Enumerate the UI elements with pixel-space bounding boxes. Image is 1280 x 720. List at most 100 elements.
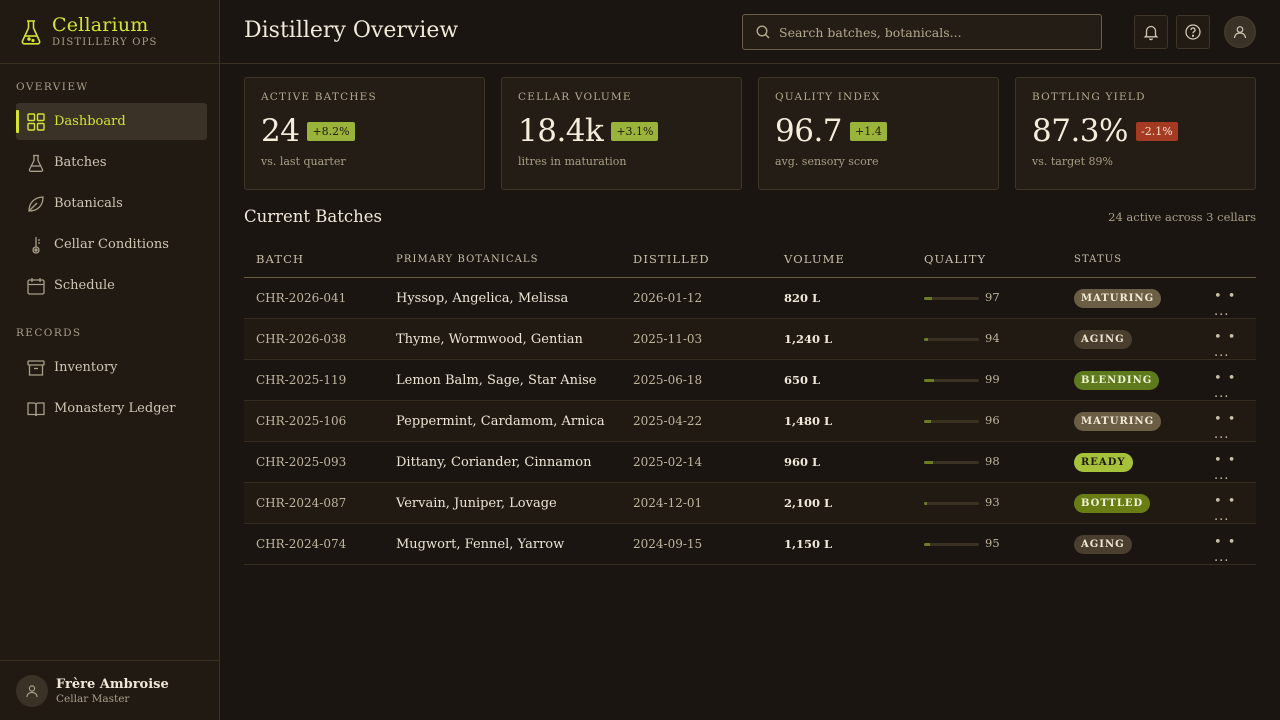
stat-card-active-batches: ACTIVE BATCHES 24 +8.2% vs. last quarter [244, 77, 485, 190]
sidebar-item-botanicals[interactable]: Botanicals [16, 185, 207, 222]
quality-bar [924, 543, 979, 546]
nav-section-records: RECORDS [16, 327, 82, 339]
section-meta: 24 active across 3 cellars [1108, 210, 1256, 224]
column-header-volume[interactable]: VOLUME [784, 252, 845, 266]
batch-id[interactable]: CHR-2026-041 [256, 291, 346, 305]
page-title: Distillery Overview [244, 18, 459, 43]
table-row[interactable]: CHR-2025-093 Dittany, Coriander, Cinnamon… [244, 442, 1256, 483]
stat-label: QUALITY INDEX [775, 91, 881, 103]
flask-logo-icon [21, 19, 41, 45]
batch-volume: 1,480 L [784, 414, 833, 428]
batch-distilled-date: 2026-01-12 [633, 291, 703, 305]
quality-bar-fill [924, 543, 930, 546]
section-title: Current Batches [244, 207, 382, 226]
batch-quality: 96 [985, 413, 1000, 427]
column-header-botanicals[interactable]: PRIMARY BOTANICALS [396, 254, 539, 265]
sidebar-item-label: Batches [54, 155, 107, 170]
stat-delta: -2.1% [1135, 121, 1178, 141]
batch-id[interactable]: CHR-2026-038 [256, 332, 346, 346]
stat-card-bottling-yield: BOTTLING YIELD 87.3% -2.1% vs. target 89… [1015, 77, 1256, 190]
batch-volume: 1,240 L [784, 332, 833, 346]
quality-bar [924, 297, 979, 300]
batch-volume: 820 L [784, 291, 821, 305]
search-input[interactable] [779, 24, 1089, 40]
bell-icon [1143, 25, 1159, 41]
flask-icon [28, 154, 44, 172]
quality-bar-fill [924, 461, 933, 464]
batch-id[interactable]: CHR-2025-093 [256, 455, 346, 469]
row-more-menu[interactable]: • • ... [1214, 535, 1256, 565]
batch-id[interactable]: CHR-2024-087 [256, 496, 346, 510]
batch-distilled-date: 2025-02-14 [633, 455, 703, 469]
sidebar-item-monastery-ledger[interactable]: Monastery Ledger [16, 390, 207, 427]
batch-distilled-date: 2024-09-15 [633, 537, 703, 551]
table-row[interactable]: CHR-2025-106 Peppermint, Cardamom, Arnica… [244, 401, 1256, 442]
user-profile[interactable]: Frère Ambroise Cellar Master [0, 660, 219, 720]
status-badge: READY [1074, 453, 1133, 472]
search-box[interactable] [742, 14, 1102, 50]
quality-bar [924, 379, 979, 382]
column-header-distilled[interactable]: DISTILLED [633, 252, 710, 266]
stat-subtext: avg. sensory score [775, 155, 879, 168]
sidebar-item-cellar-conditions[interactable]: Cellar Conditions [16, 226, 207, 263]
nav-section-overview: OVERVIEW [16, 81, 89, 93]
row-more-menu[interactable]: • • ... [1214, 330, 1256, 360]
sidebar-item-inventory[interactable]: Inventory [16, 349, 207, 386]
sidebar-item-batches[interactable]: Batches [16, 144, 207, 181]
leaf-icon [28, 195, 44, 212]
table-row[interactable]: CHR-2024-087 Vervain, Juniper, Lovage 2024… [244, 483, 1256, 524]
stat-label: ACTIVE BATCHES [261, 91, 377, 103]
batch-id[interactable]: CHR-2025-106 [256, 414, 346, 428]
batch-volume: 2,100 L [784, 496, 833, 510]
table-body: CHR-2026-041 Hyssop, Angelica, Melissa 202… [244, 278, 1256, 565]
archive-icon [27, 359, 45, 376]
profile-button[interactable] [1224, 16, 1256, 48]
stat-subtext: vs. target 89% [1032, 155, 1114, 168]
status-badge: MATURING [1074, 289, 1162, 308]
sidebar-item-schedule[interactable]: Schedule [16, 267, 207, 304]
batch-volume: 1,150 L [784, 537, 833, 551]
row-more-menu[interactable]: • • ... [1214, 371, 1256, 401]
stat-subtext: vs. last quarter [261, 155, 346, 168]
table-row[interactable]: CHR-2026-041 Hyssop, Angelica, Melissa 202… [244, 278, 1256, 319]
status-badge: AGING [1074, 330, 1132, 349]
sidebar-item-label: Botanicals [54, 196, 123, 211]
batch-distilled-date: 2024-12-01 [633, 496, 703, 510]
row-more-menu[interactable]: • • ... [1214, 494, 1256, 524]
stat-value: 24 [261, 113, 300, 149]
row-more-menu[interactable]: • • ... [1214, 412, 1256, 442]
calendar-icon [27, 277, 45, 295]
help-icon [1185, 24, 1201, 40]
table-row[interactable]: CHR-2026-038 Thyme, Wormwood, Gentian 2025… [244, 319, 1256, 360]
stat-label: CELLAR VOLUME [518, 91, 632, 103]
sidebar-item-label: Cellar Conditions [54, 237, 169, 252]
brand[interactable]: Cellarium DISTILLERY OPS [0, 0, 219, 64]
batch-id[interactable]: CHR-2024-074 [256, 537, 346, 551]
batch-botanicals: Dittany, Coriander, Cinnamon [396, 455, 592, 470]
batch-quality: 97 [985, 290, 1000, 304]
row-more-menu[interactable]: • • ... [1214, 289, 1256, 319]
brand-title: Cellarium [52, 14, 149, 36]
grid-icon [27, 112, 45, 131]
quality-bar-fill [924, 420, 931, 423]
batch-id[interactable]: CHR-2025-119 [256, 373, 346, 387]
batch-distilled-date: 2025-11-03 [633, 332, 703, 346]
quality-bar [924, 461, 979, 464]
column-header-status[interactable]: STATUS [1074, 254, 1122, 265]
topbar: Distillery Overview [220, 0, 1280, 64]
help-button[interactable] [1176, 15, 1210, 49]
notifications-button[interactable] [1134, 15, 1168, 49]
quality-bar-fill [924, 502, 928, 505]
column-header-quality[interactable]: QUALITY [924, 252, 986, 266]
sidebar-item-dashboard[interactable]: Dashboard [16, 103, 207, 140]
batch-botanicals: Lemon Balm, Sage, Star Anise [396, 373, 597, 388]
row-more-menu[interactable]: • • ... [1214, 453, 1256, 483]
batch-botanicals: Vervain, Juniper, Lovage [396, 496, 557, 511]
status-badge: BOTTLED [1074, 494, 1151, 513]
table-row[interactable]: CHR-2025-119 Lemon Balm, Sage, Star Anise… [244, 360, 1256, 401]
stat-delta: +8.2% [307, 121, 355, 141]
batch-quality: 93 [985, 495, 1000, 509]
table-row[interactable]: CHR-2024-074 Mugwort, Fennel, Yarrow 2024-… [244, 524, 1256, 565]
stat-value: 87.3% [1032, 113, 1128, 149]
column-header-batch[interactable]: BATCH [256, 252, 304, 266]
